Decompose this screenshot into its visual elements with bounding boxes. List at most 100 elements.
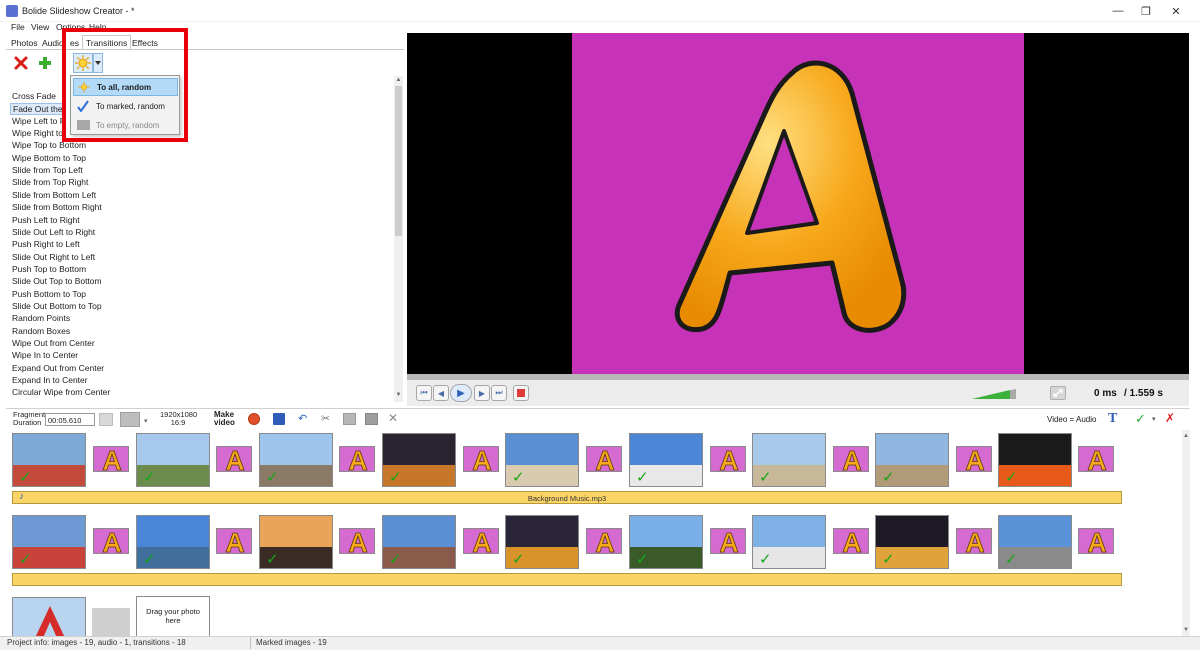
scroll-down-icon[interactable]: ▼ [1182,627,1190,633]
photo-slide[interactable]: ✓ [136,515,210,569]
duration-input[interactable]: 00:05.610 [45,413,95,426]
photo-slide[interactable]: ✓ [875,433,949,487]
save-icon[interactable] [273,413,285,425]
photo-slide[interactable]: ✓ [998,433,1072,487]
photo-slide[interactable]: ✓ [505,515,579,569]
empty-transition-slot[interactable] [92,608,130,638]
transition-slot[interactable] [956,446,992,472]
play-button[interactable]: ▶ [450,384,472,402]
photo-slide[interactable]: ✓ [875,515,949,569]
transition-list-item[interactable]: Wipe In to Center [12,350,78,360]
photo-slide[interactable]: ✓ [505,433,579,487]
photo-slide[interactable]: ✓ [382,515,456,569]
transition-list-item[interactable]: Slide from Bottom Left [12,190,96,200]
delete-icon[interactable]: ✕ [388,411,398,425]
audio-track[interactable]: ♪ Background Music.mp3 [12,491,1122,504]
transition-slot[interactable] [586,446,622,472]
photo-slide[interactable]: ✓ [12,433,86,487]
transition-list-item[interactable]: Slide Out Left to Right [12,227,95,237]
transition-slot[interactable] [710,446,746,472]
chevron-down-icon[interactable]: ▾ [144,417,148,425]
go-to-end-button[interactable]: ⏭ [491,385,507,401]
menu-file[interactable]: File [11,22,25,32]
transition-list-item[interactable]: Wipe Right to [12,128,63,138]
photo-slide[interactable]: ✓ [382,433,456,487]
remove-transition-button[interactable] [13,55,29,71]
transition-slot[interactable] [1078,528,1114,554]
go-to-start-button[interactable]: ⏮ [416,385,432,401]
photo-slide[interactable]: ✓ [998,515,1072,569]
volume-slider[interactable] [972,389,1016,399]
timeline-scrollbar[interactable] [1182,430,1190,636]
scroll-down-icon[interactable]: ▼ [394,392,403,401]
background-color-button[interactable] [99,413,113,426]
transition-list-item[interactable]: Slide from Bottom Right [12,202,102,212]
transition-list-item[interactable]: Push Right to Left [12,239,80,249]
tab-photos[interactable]: Photos [8,36,40,50]
previous-button[interactable]: ◀ [433,385,449,401]
paste-icon[interactable] [365,413,378,425]
transition-slot[interactable] [463,446,499,472]
transitions-list-scroll-thumb[interactable] [395,86,402,236]
transition-list-item[interactable]: Wipe Left to R [12,116,66,126]
photo-slide[interactable]: ✓ [12,515,86,569]
transition-slot[interactable] [1078,446,1114,472]
transition-list-item[interactable]: Slide from Top Right [12,177,88,187]
aspect-label[interactable]: 16:9 [160,419,196,427]
video-equals-audio-toggle[interactable]: Video = Audio [1047,415,1096,424]
transition-list-item[interactable]: Wipe Out from Center [12,338,95,348]
next-button[interactable]: ▶ [474,385,490,401]
transition-list-item[interactable]: Expand In to Center [12,375,88,385]
photo-slide[interactable]: ✓ [752,433,826,487]
transition-list-item[interactable]: Slide from Top Left [12,165,83,175]
transition-slot[interactable] [833,528,869,554]
stop-button[interactable] [513,385,529,401]
photo-slide[interactable]: ✓ [136,433,210,487]
copy-icon[interactable] [343,413,356,425]
transition-list-item[interactable]: Slide Out Bottom to Top [12,301,102,311]
transition-slot[interactable] [586,528,622,554]
transition-list-item[interactable]: Push Left to Right [12,215,80,225]
transition-slot[interactable] [710,528,746,554]
scroll-up-icon[interactable]: ▲ [394,77,403,86]
transition-slot[interactable] [463,528,499,554]
transition-list-item[interactable]: Random Boxes [12,326,70,336]
green-check-icon[interactable]: ✓ [1135,411,1146,427]
transition-list-item[interactable]: Push Bottom to Top [12,289,86,299]
uncheck-icon[interactable]: ✗ [1165,411,1175,425]
video-label[interactable]: video [214,419,235,427]
transition-list-item[interactable]: Slide Out Top to Bottom [12,276,102,286]
record-icon[interactable] [248,413,260,425]
audio-track-empty[interactable] [12,573,1122,586]
transition-slot[interactable] [833,446,869,472]
drop-photo-zone[interactable]: Drag your photo here [136,596,210,638]
chevron-down-icon[interactable]: ▾ [1152,415,1156,423]
scroll-up-icon[interactable]: ▲ [1182,433,1190,439]
transition-list-item[interactable]: Wipe Bottom to Top [12,153,86,163]
close-button[interactable]: ✕ [1156,0,1196,22]
transition-slot[interactable] [93,528,129,554]
transition-list-item[interactable]: Circular Wipe to Center [12,400,100,402]
cut-icon[interactable]: ✂ [321,412,330,425]
transition-slot[interactable] [216,446,252,472]
photo-slide[interactable]: ✓ [629,515,703,569]
text-icon[interactable]: T [1108,411,1117,427]
photo-slide[interactable]: ✓ [752,515,826,569]
transition-list-item[interactable]: Slide Out Right to Left [12,252,95,262]
transition-slot[interactable] [216,528,252,554]
transition-slot[interactable] [956,528,992,554]
undo-icon[interactable]: ↶ [298,412,307,425]
transition-slot[interactable] [93,446,129,472]
photo-slide[interactable]: ✓ [259,433,333,487]
transition-slot[interactable] [339,528,375,554]
photo-slide[interactable] [12,597,86,637]
transition-slot[interactable] [339,446,375,472]
add-transition-button[interactable] [37,55,53,71]
transition-list-item[interactable]: Cross Fade [12,91,56,101]
transition-list-item[interactable]: Circular Wipe from Center [12,387,110,397]
fullscreen-button[interactable] [1050,386,1066,400]
transition-list-item[interactable]: Push Top to Bottom [12,264,86,274]
menu-view[interactable]: View [31,22,49,32]
fill-color-button[interactable] [120,412,140,427]
transition-list-item[interactable]: Fade Out the [10,103,66,116]
